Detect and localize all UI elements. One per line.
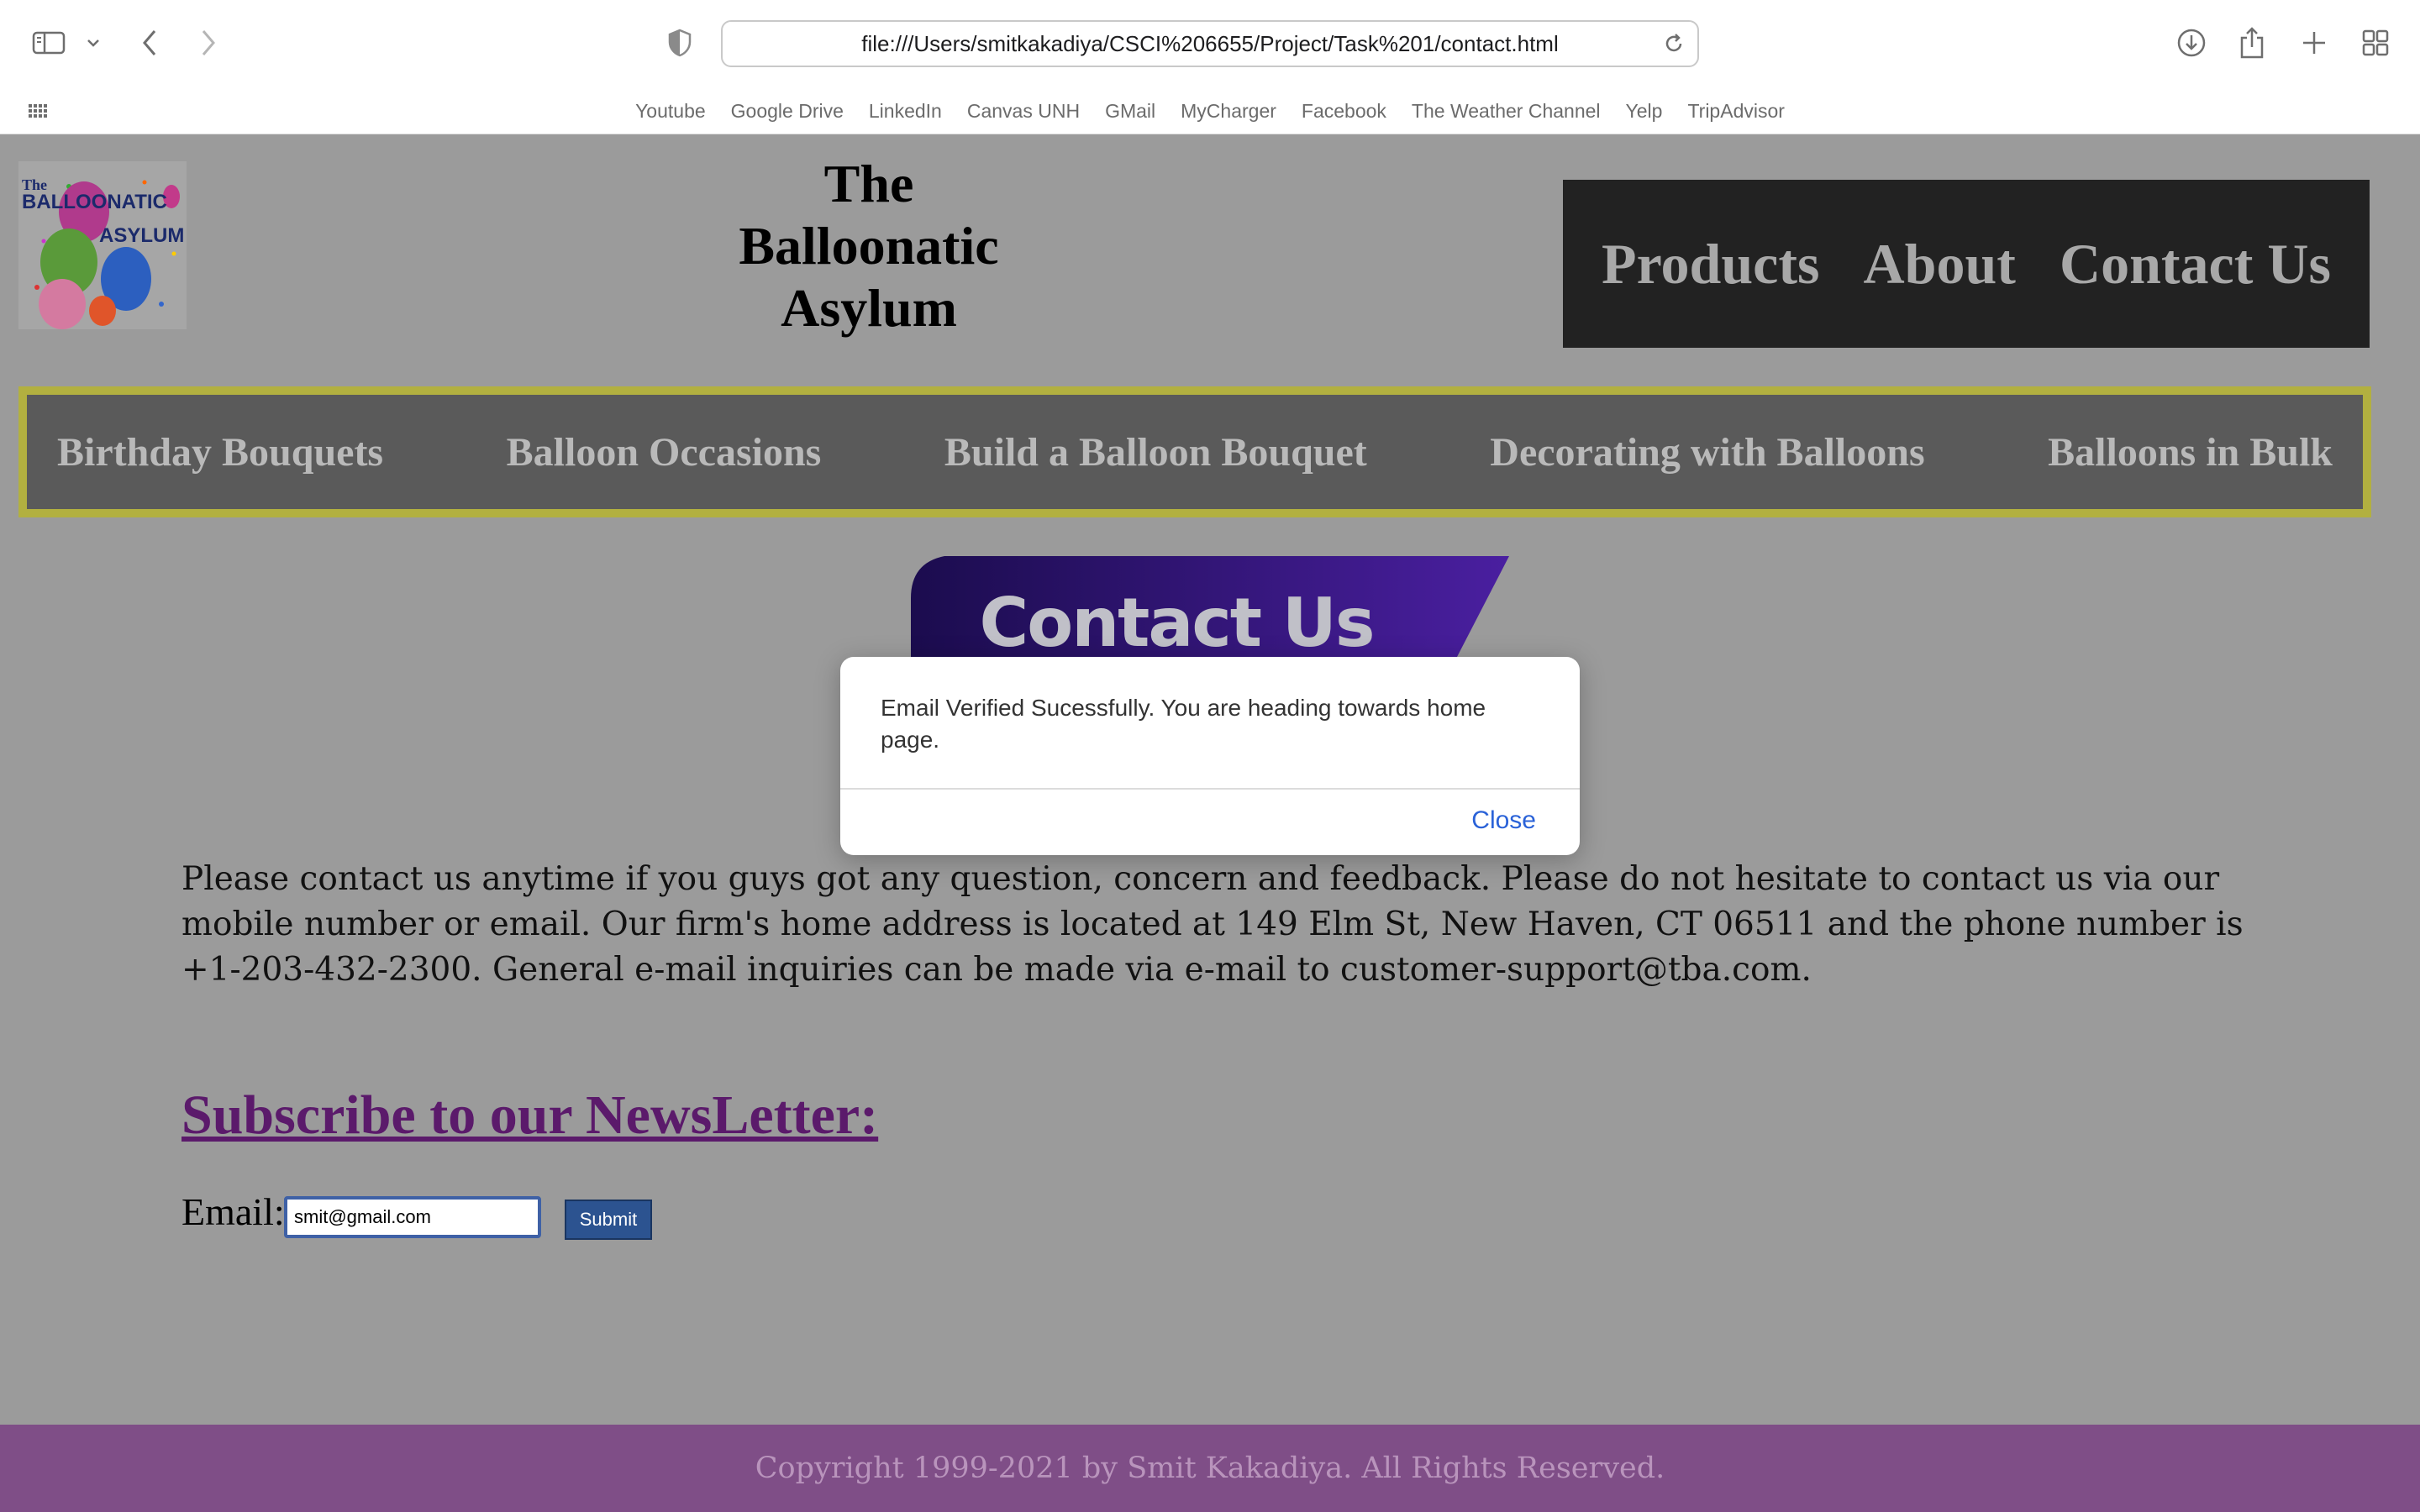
dialog-message: Email Verified Sucessfully. You are head…: [881, 695, 1486, 753]
bookmark-mycharger[interactable]: MyCharger: [1168, 100, 1289, 123]
logo-text-asylum: ASYLUM: [99, 224, 184, 247]
bookmark-weather-channel[interactable]: The Weather Channel: [1399, 100, 1613, 123]
banner-text: Contact Us: [979, 584, 1376, 662]
download-icon[interactable]: [2176, 22, 2207, 64]
bookmark-gmail[interactable]: GMail: [1092, 100, 1168, 123]
nav-products[interactable]: Products: [1602, 231, 1819, 297]
footer-copyright: Copyright 1999-2021 by Smit Kakadiya. Al…: [755, 1452, 1665, 1485]
share-icon[interactable]: [2238, 22, 2265, 64]
bookmark-canvas-unh[interactable]: Canvas UNH: [955, 100, 1092, 123]
reload-icon[interactable]: [1662, 32, 1686, 60]
email-label: Email:: [182, 1190, 285, 1233]
bookmark-youtube[interactable]: Youtube: [623, 100, 718, 123]
footer: Copyright 1999-2021 by Smit Kakadiya. Al…: [0, 1425, 2420, 1512]
sidebar-icon[interactable]: [32, 22, 66, 64]
nav-about[interactable]: About: [1864, 231, 2016, 297]
url-text: file:///Users/smitkakadiya/CSCI%206655/P…: [861, 30, 1559, 56]
category-balloon-occasions[interactable]: Balloon Occasions: [507, 429, 822, 475]
category-build-bouquet[interactable]: Build a Balloon Bouquet: [944, 429, 1367, 475]
category-nav: Birthday Bouquets Balloon Occasions Buil…: [18, 386, 2371, 517]
chevron-down-icon[interactable]: [86, 22, 101, 64]
bookmark-facebook[interactable]: Facebook: [1289, 100, 1399, 123]
contact-paragraph: Please contact us anytime if you guys go…: [182, 860, 2244, 989]
address-bar[interactable]: file:///Users/smitkakadiya/CSCI%206655/P…: [721, 20, 1699, 67]
category-birthday-bouquets[interactable]: Birthday Bouquets: [57, 429, 383, 475]
dialog-close-button[interactable]: Close: [1471, 806, 1536, 835]
bookmarks-bar: Youtube Google Drive LinkedIn Canvas UNH…: [0, 87, 2420, 134]
browser-toolbar: file:///Users/smitkakadiya/CSCI%206655/P…: [0, 0, 2420, 87]
forward-icon[interactable]: [198, 22, 218, 64]
site-logo[interactable]: The BALLOONATIC ASYLUM: [18, 161, 187, 329]
bookmark-tripadvisor[interactable]: TripAdvisor: [1675, 100, 1797, 123]
category-balloons-in-bulk[interactable]: Balloons in Bulk: [2048, 429, 2333, 475]
alert-dialog: Email Verified Sucessfully. You are head…: [840, 657, 1580, 855]
bookmark-linkedin[interactable]: LinkedIn: [856, 100, 955, 123]
new-tab-icon[interactable]: [2301, 22, 2328, 64]
privacy-shield-icon[interactable]: [667, 22, 692, 64]
bookmark-google-drive[interactable]: Google Drive: [718, 100, 856, 123]
bookmark-yelp[interactable]: Yelp: [1613, 100, 1676, 123]
nav-contact-us[interactable]: Contact Us: [2060, 231, 2331, 297]
submit-button[interactable]: Submit: [565, 1200, 652, 1240]
email-input[interactable]: [284, 1196, 541, 1238]
subscribe-heading: Subscribe to our NewsLetter:: [182, 1084, 879, 1146]
site-title: The Balloonatic Asylum: [739, 154, 999, 338]
tab-overview-icon[interactable]: [2361, 22, 2390, 64]
dialog-divider: [840, 788, 1580, 790]
logo-text-balloonatic: BALLOONATIC: [22, 191, 167, 213]
category-decorating[interactable]: Decorating with Balloons: [1490, 429, 1924, 475]
top-nav: Products About Contact Us: [1563, 180, 2370, 348]
back-icon[interactable]: [139, 22, 160, 64]
